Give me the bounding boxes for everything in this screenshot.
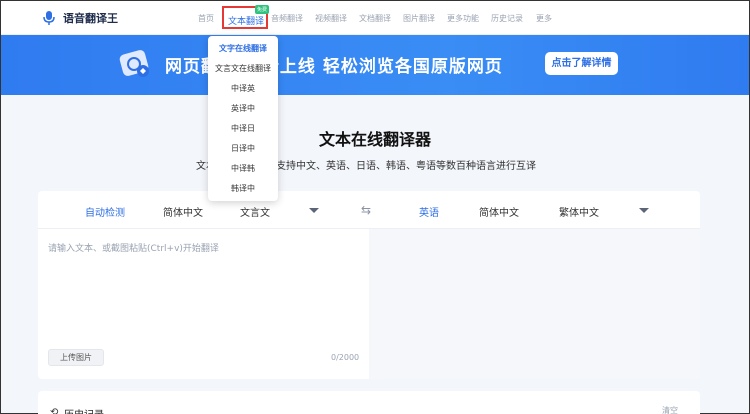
nav-more[interactable]: 更多: [536, 13, 552, 24]
free-badge: 免费: [255, 5, 270, 14]
language-bar: 自动检测 简体中文 文言文 ⇆ 英语 简体中文 繁体中文: [38, 191, 700, 229]
nav-image-translate[interactable]: 图片翻译: [403, 13, 435, 24]
microphone-icon: [43, 11, 55, 25]
learn-more-button[interactable]: 点击了解详情: [545, 52, 618, 75]
target-lang-dropdown-icon[interactable]: [639, 208, 649, 213]
source-lang-classical-chinese[interactable]: 文言文: [240, 204, 270, 219]
history-label: 历史记录: [64, 406, 104, 414]
dropdown-item-text-online[interactable]: 文字在线翻译: [208, 43, 278, 54]
nav-history[interactable]: 历史记录: [491, 13, 523, 24]
source-lang-auto[interactable]: 自动检测: [85, 204, 125, 219]
clear-history-button[interactable]: 清空: [662, 405, 678, 414]
dropdown-item-zh-ja[interactable]: 中译日: [208, 123, 278, 134]
nav-more-features[interactable]: 更多功能: [447, 13, 479, 24]
history-section: ⟲ 历史记录 清空: [38, 391, 700, 414]
char-counter: 0/2000: [331, 353, 360, 362]
page-title: 文本在线翻译器: [318, 130, 431, 149]
history-clock-icon: ⟲: [50, 407, 59, 414]
dropdown-item-classical-chinese[interactable]: 文言文在线翻译: [208, 63, 278, 74]
nav-audio-translate[interactable]: 音频翻译: [271, 13, 303, 24]
promo-banner[interactable]: 网页翻译 全新上线 轻松浏览各国原版网页 点击了解详情: [1, 35, 749, 95]
translation-output: [369, 229, 700, 379]
source-text-input[interactable]: 请输入文本、或截图粘贴(Ctrl+v)开始翻译 上传图片 0/2000: [38, 229, 369, 379]
web-translate-icon: [119, 50, 149, 77]
nav-text-translate-label: 文本翻译: [228, 17, 265, 27]
source-lang-simplified-chinese[interactable]: 简体中文: [163, 204, 203, 219]
upload-image-button[interactable]: 上传图片: [48, 349, 104, 366]
text-translate-dropdown: 文字在线翻译 文言文在线翻译 中译英 英译中 中译日 日译中 中译韩 韩译中: [208, 36, 278, 201]
top-navbar: 语音翻译王 首页 文本翻译 免费 音频翻译 视频翻译 文档翻译 图片翻译 更多功…: [1, 1, 749, 35]
input-placeholder: 请输入文本、或截图粘贴(Ctrl+v)开始翻译: [48, 244, 219, 254]
source-lang-dropdown-icon[interactable]: [309, 208, 319, 213]
target-lang-simplified-chinese[interactable]: 简体中文: [479, 204, 519, 219]
target-lang-english[interactable]: 英语: [419, 204, 439, 219]
nav-video-translate[interactable]: 视频翻译: [315, 13, 347, 24]
swap-languages-icon[interactable]: ⇆: [361, 203, 371, 217]
logo[interactable]: 语音翻译王: [41, 10, 118, 26]
dropdown-item-zh-ko[interactable]: 中译韩: [208, 163, 278, 174]
dropdown-item-zh-en[interactable]: 中译英: [208, 83, 278, 94]
app-name: 语音翻译王: [63, 12, 118, 25]
dropdown-item-en-zh[interactable]: 英译中: [208, 103, 278, 114]
nav-document-translate[interactable]: 文档翻译: [359, 13, 391, 24]
nav-home[interactable]: 首页: [198, 13, 214, 24]
dropdown-item-ko-zh[interactable]: 韩译中: [208, 183, 278, 194]
target-lang-traditional-chinese[interactable]: 繁体中文: [559, 204, 599, 219]
translator-panel: 自动检测 简体中文 文言文 ⇆ 英语 简体中文 繁体中文 请输入文本、或截图粘贴…: [38, 191, 700, 379]
dropdown-item-ja-zh[interactable]: 日译中: [208, 143, 278, 154]
